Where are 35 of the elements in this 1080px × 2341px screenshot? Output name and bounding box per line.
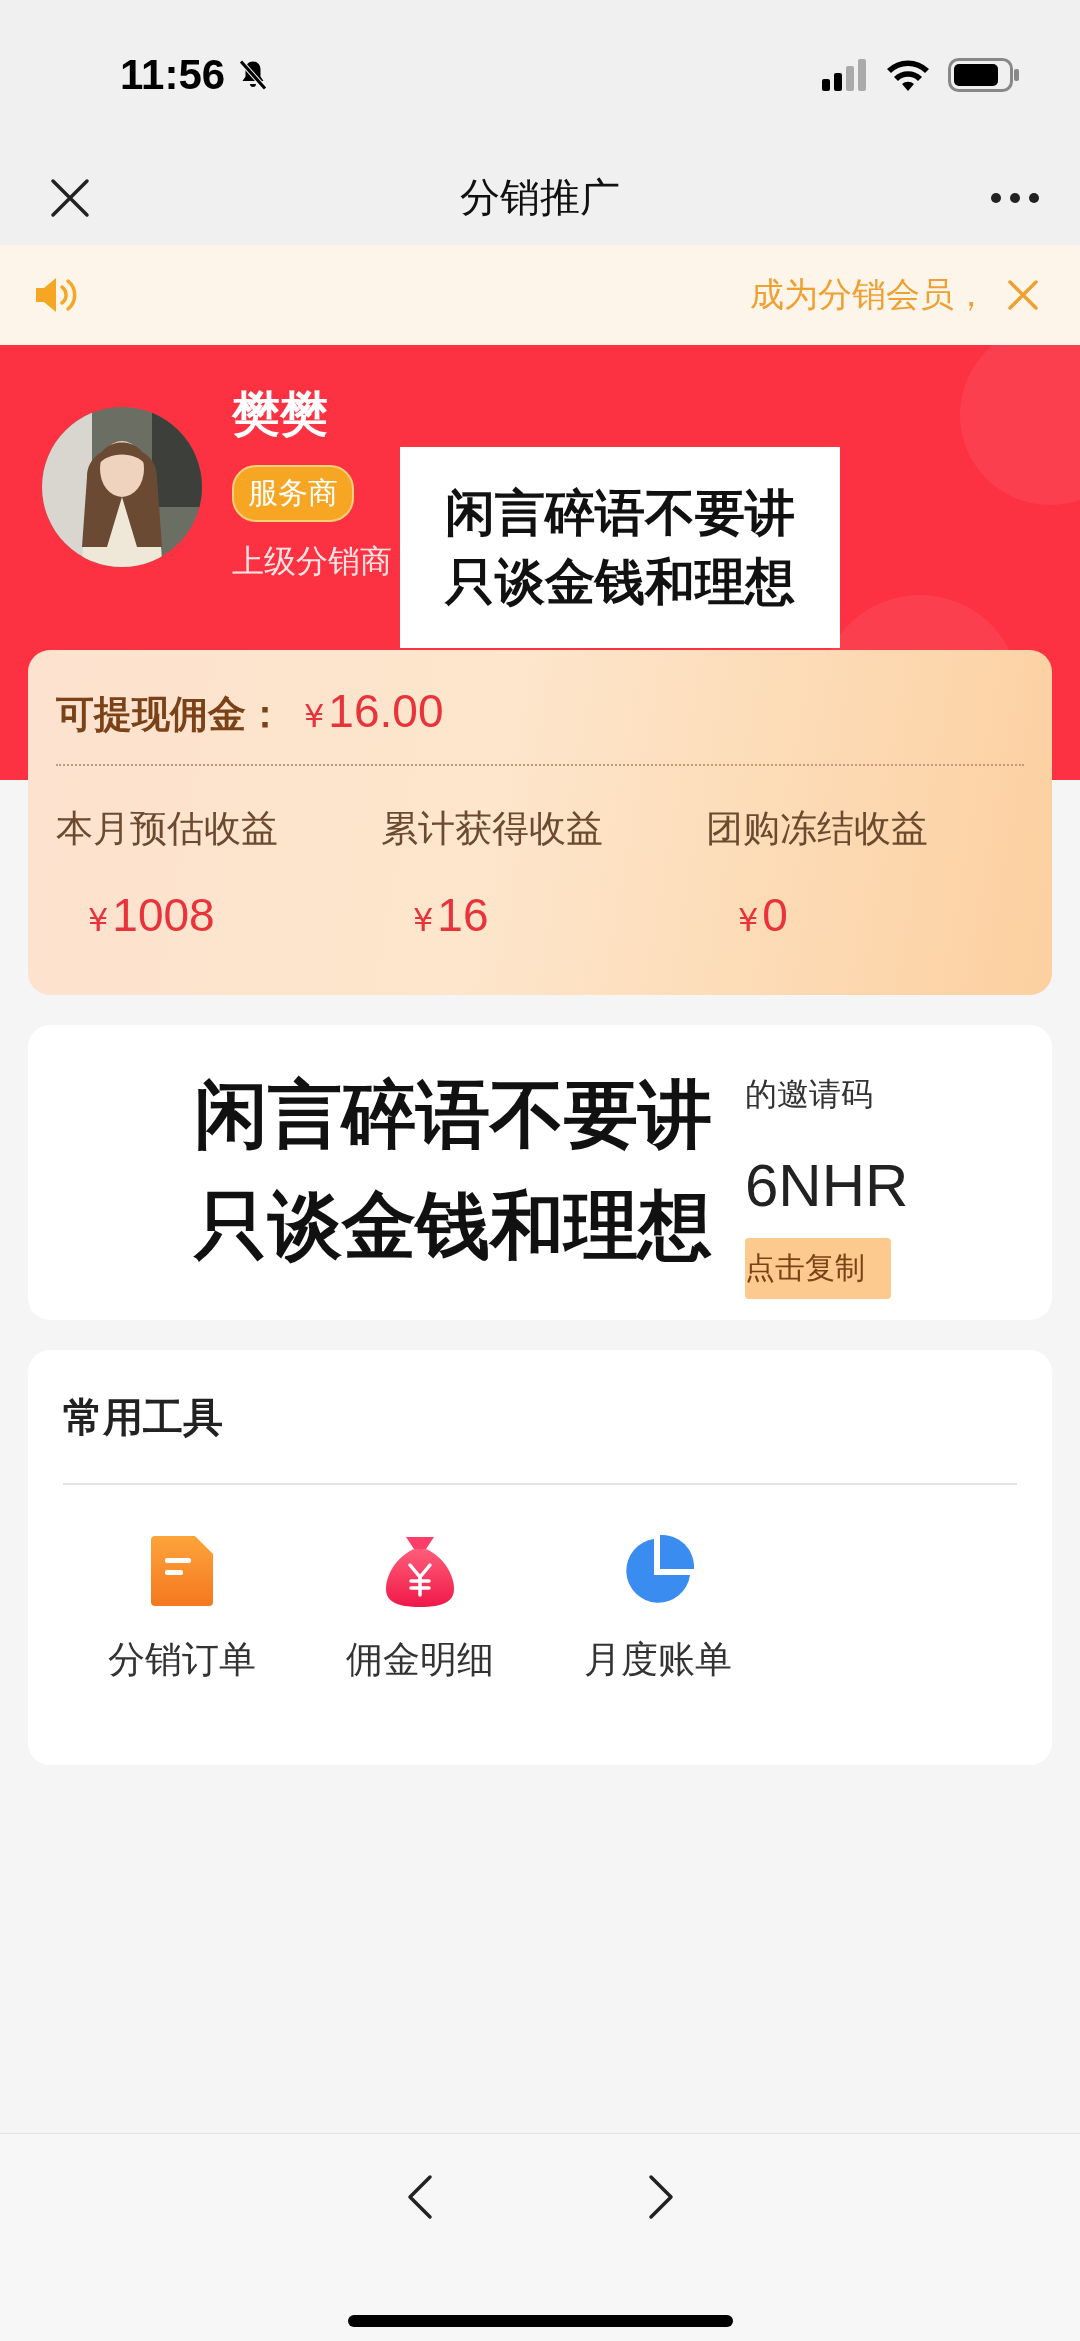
stat-label: 本月预估收益 (56, 806, 279, 852)
withdrawable-amount: 16.00 (328, 684, 444, 738)
section-title: 常用工具 (63, 1393, 224, 1442)
stat-label: 团购冻结收益 (706, 806, 929, 852)
status-time: 11:56 (120, 51, 226, 99)
withdrawable-label: 可提现佣金： (56, 691, 284, 738)
stat-value: 16 (437, 888, 489, 942)
forward-icon[interactable] (647, 2174, 674, 2220)
currency-sign: ¥ (304, 697, 325, 735)
invite-code: 6NHR (745, 1151, 909, 1220)
close-icon[interactable] (50, 177, 90, 218)
battery-icon (948, 58, 1020, 92)
tool-label[interactable]: 月度账单 (584, 1635, 732, 1685)
document-icon (151, 1536, 213, 1606)
invite-code-label: 的邀请码 (745, 1074, 873, 1115)
signal-icon (822, 59, 868, 91)
currency-sign: ¥ (738, 901, 759, 939)
tool-label[interactable]: 佣金明细 (346, 1635, 494, 1685)
meme-sticker: 闲言碎语不要讲 只谈金钱和理想 (400, 447, 840, 648)
more-icon[interactable] (990, 191, 1040, 204)
money-bag-icon (386, 1535, 454, 1607)
currency-sign: ¥ (413, 901, 434, 939)
page-title: 分销推广 (460, 173, 620, 222)
stat-value: 0 (762, 888, 788, 942)
role-badge: 服务商 (232, 465, 354, 522)
back-icon[interactable] (406, 2174, 433, 2220)
currency-sign: ¥ (88, 901, 109, 939)
stat-value: 1008 (112, 888, 215, 942)
user-name: 樊樊 (232, 389, 328, 437)
notice-text: 成为分销会员， (750, 273, 988, 316)
wifi-icon (886, 59, 930, 91)
parent-distributor-label: 上级分销商 (232, 541, 392, 582)
copy-button[interactable]: 点击复制 (745, 1238, 891, 1299)
tool-label[interactable]: 分销订单 (108, 1635, 256, 1685)
stat-label: 累计获得收益 (381, 806, 604, 852)
